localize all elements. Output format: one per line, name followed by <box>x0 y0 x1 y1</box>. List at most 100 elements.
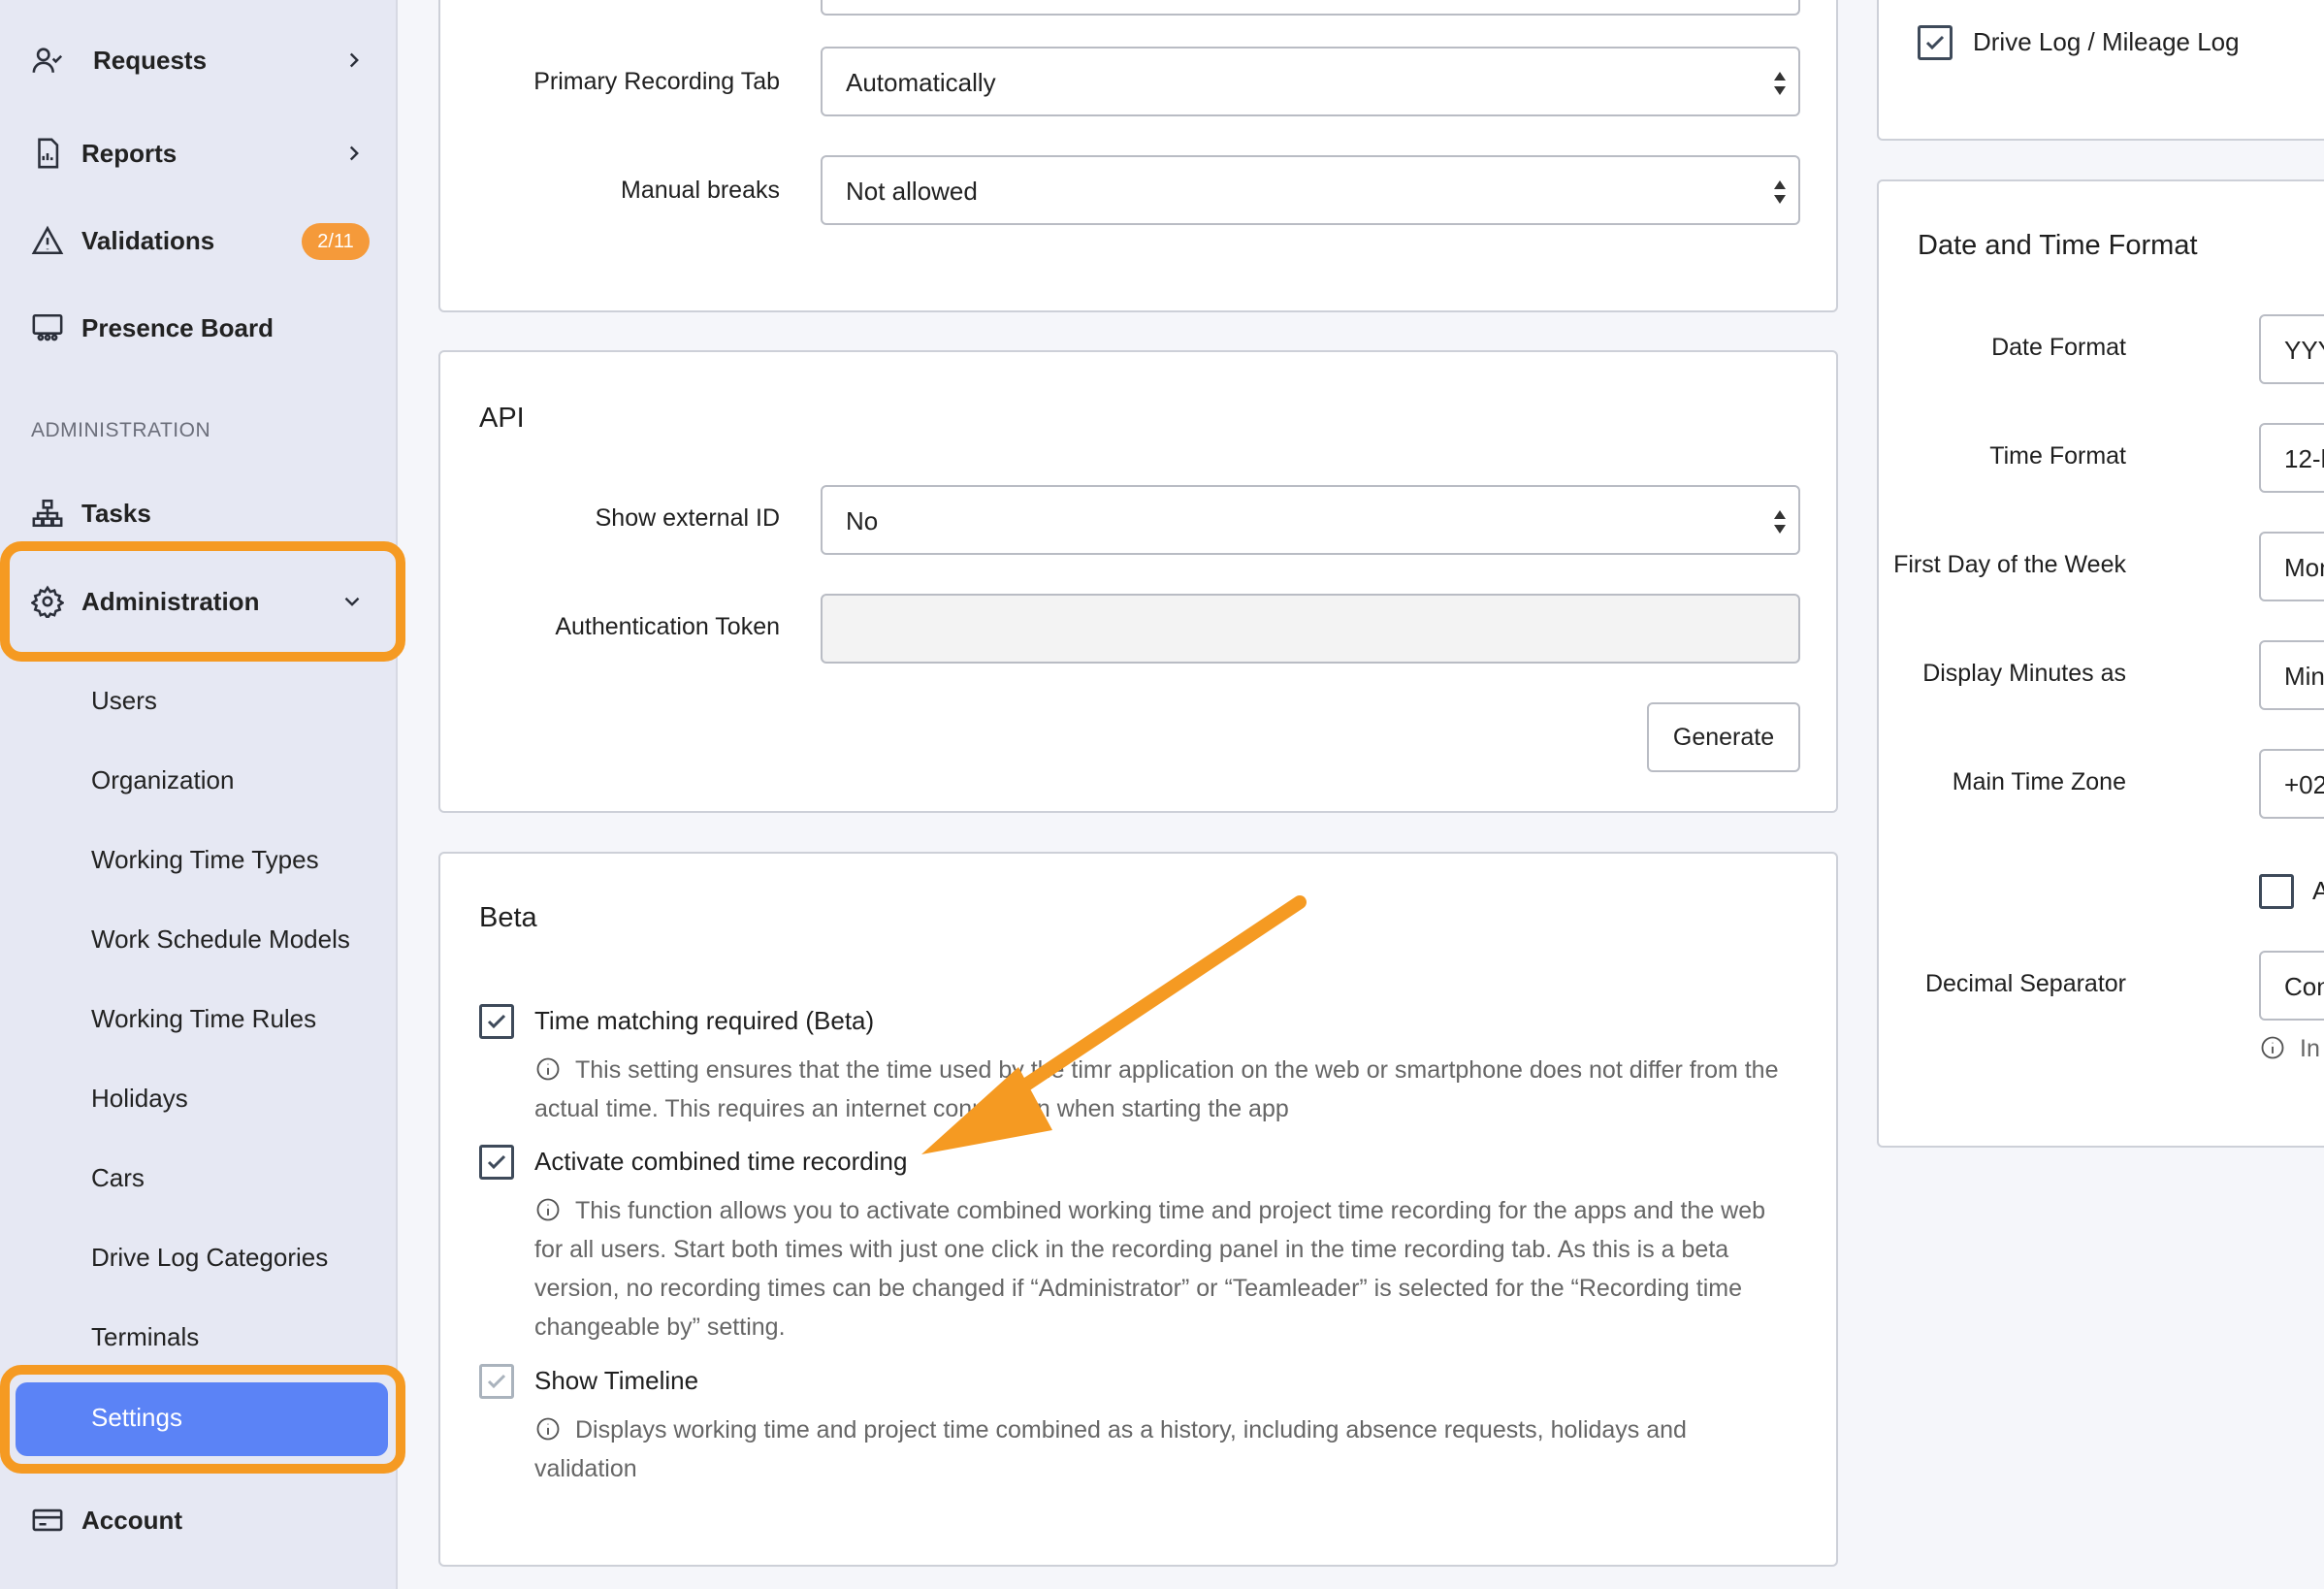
first-day-value: Mon <box>2284 553 2324 582</box>
sub-item-terminals[interactable]: Terminals <box>91 1322 199 1352</box>
combined-recording-help: This function allows you to activate com… <box>534 1191 1786 1346</box>
main-time-zone-select[interactable]: +02 <box>2259 749 2324 819</box>
sub-item-work-schedule-models[interactable]: Work Schedule Models <box>91 924 350 955</box>
info-icon <box>534 1415 562 1443</box>
sub-item-users[interactable]: Users <box>91 686 157 716</box>
nav-tasks[interactable]: Tasks <box>0 474 398 552</box>
chevron-down-icon <box>339 589 365 614</box>
sub-item-organization[interactable]: Organization <box>91 765 234 795</box>
previous-select[interactable] <box>821 0 1800 16</box>
show-external-id-value: No <box>846 506 879 535</box>
nav-validations-label: Validations <box>81 225 215 255</box>
sub-item-settings-active[interactable] <box>16 1382 388 1456</box>
time-format-select[interactable]: 12-h <box>2259 423 2324 493</box>
nav-administration-label: Administration <box>81 586 260 616</box>
manual-breaks-label: Manual breaks <box>621 177 780 204</box>
validations-badge: 2/11 <box>302 223 370 260</box>
checkmark-icon <box>487 1014 506 1029</box>
decimal-separator-help: In t <box>2259 1029 2324 1068</box>
presence-board-icon <box>31 311 64 344</box>
show-timeline-checkbox[interactable] <box>479 1364 514 1399</box>
display-minutes-value: Min <box>2284 662 2324 691</box>
main-time-zone-label: Main Time Zone <box>1952 768 2126 795</box>
manual-breaks-select[interactable]: Not allowed <box>821 155 1800 225</box>
show-timeline-help-text: Displays working time and project time c… <box>534 1416 1687 1482</box>
drive-log-card: Drive Log / Mileage Log <box>1877 0 2324 141</box>
authentication-token-field[interactable] <box>821 594 1800 664</box>
beta-title: Beta <box>479 902 537 933</box>
drive-log-label[interactable]: Drive Log / Mileage Log <box>1973 27 2240 57</box>
auto-timezone-label[interactable]: A <box>2312 876 2324 906</box>
administration-section-label: ADMINISTRATION <box>31 419 211 441</box>
info-icon <box>534 1055 562 1083</box>
nav-presence-board[interactable]: Presence Board <box>0 289 398 367</box>
primary-recording-tab-value: Automatically <box>846 68 996 97</box>
generate-button[interactable]: Generate <box>1647 702 1800 772</box>
first-day-label: First Day of the Week <box>1893 551 2126 578</box>
date-format-select[interactable]: YYY <box>2259 314 2324 384</box>
info-icon <box>2259 1034 2286 1061</box>
decimal-separator-select[interactable]: Con <box>2259 951 2324 1021</box>
decimal-separator-help-text: In t <box>2300 1035 2324 1062</box>
authentication-token-label: Authentication Token <box>555 613 780 640</box>
sub-item-holidays[interactable]: Holidays <box>91 1084 188 1114</box>
warning-icon <box>31 224 64 257</box>
nav-requests[interactable]: Requests <box>0 21 398 99</box>
user-check-icon <box>31 44 64 77</box>
display-minutes-label: Display Minutes as <box>1922 660 2126 687</box>
manual-breaks-value: Not allowed <box>846 177 978 206</box>
info-icon <box>534 1196 562 1223</box>
sidebar: Requests Reports Validations 2/11 Presen… <box>0 0 405 1589</box>
recording-settings-card: Primary Recording Tab Automatically Manu… <box>438 0 1838 312</box>
time-format-value: 12-h <box>2284 444 2324 473</box>
decimal-separator-value: Con <box>2284 972 2324 1001</box>
checkmark-icon <box>487 1374 506 1389</box>
select-arrows-icon <box>1774 180 1786 204</box>
checkmark-icon <box>1925 35 1945 50</box>
nav-reports-label: Reports <box>81 138 178 168</box>
show-external-id-select[interactable]: No <box>821 485 1800 555</box>
date-format-value: YYY <box>2284 336 2324 365</box>
date-time-format-card: Date and Time Format Date Format YYY Tim… <box>1877 179 2324 1148</box>
combined-recording-help-text: This function allows you to activate com… <box>534 1197 1766 1341</box>
gear-icon <box>30 585 65 621</box>
decimal-separator-label: Decimal Separator <box>1924 970 2126 997</box>
show-timeline-label[interactable]: Show Timeline <box>534 1366 698 1396</box>
time-format-label: Time Format <box>1989 442 2126 470</box>
date-format-label: Date Format <box>1991 334 2126 361</box>
primary-recording-tab-select[interactable]: Automatically <box>821 47 1800 116</box>
nav-account-label: Account <box>81 1505 182 1535</box>
sub-item-working-time-types[interactable]: Working Time Types <box>91 845 319 875</box>
sub-item-working-time-rules[interactable]: Working Time Rules <box>91 1004 316 1034</box>
nav-tasks-label: Tasks <box>81 498 151 528</box>
checkmark-icon <box>487 1154 506 1170</box>
select-arrows-icon <box>1774 72 1786 95</box>
report-icon <box>31 137 64 170</box>
nav-account[interactable]: Account <box>0 1481 398 1559</box>
combined-recording-checkbox[interactable] <box>479 1145 514 1180</box>
tasks-hierarchy-icon <box>31 497 64 530</box>
combined-recording-label[interactable]: Activate combined time recording <box>534 1147 907 1177</box>
show-external-id-label: Show external ID <box>595 504 780 532</box>
nav-administration[interactable]: Administration <box>0 563 398 640</box>
annotation-arrow-icon <box>921 895 1307 1154</box>
main-time-zone-value: +02 <box>2284 770 2324 799</box>
nav-presence-board-label: Presence Board <box>81 312 274 342</box>
chevron-right-icon <box>341 141 367 166</box>
sub-item-drive-log-categories[interactable]: Drive Log Categories <box>91 1243 328 1273</box>
sub-item-cars[interactable]: Cars <box>91 1163 145 1193</box>
time-matching-checkbox[interactable] <box>479 1004 514 1039</box>
api-title: API <box>479 403 525 434</box>
first-day-select[interactable]: Mon <box>2259 532 2324 601</box>
display-minutes-select[interactable]: Min <box>2259 640 2324 710</box>
credit-card-icon <box>31 1504 64 1537</box>
time-matching-label[interactable]: Time matching required (Beta) <box>534 1006 874 1036</box>
auto-timezone-checkbox[interactable] <box>2259 874 2294 909</box>
nav-reports[interactable]: Reports <box>0 114 398 192</box>
drive-log-checkbox[interactable] <box>1918 25 1953 60</box>
sub-item-settings[interactable]: Settings <box>91 1403 182 1433</box>
chevron-right-icon <box>341 48 367 73</box>
date-time-format-title: Date and Time Format <box>1918 230 2198 261</box>
nav-validations[interactable]: Validations 2/11 <box>0 202 398 279</box>
primary-recording-tab-label: Primary Recording Tab <box>533 68 780 95</box>
